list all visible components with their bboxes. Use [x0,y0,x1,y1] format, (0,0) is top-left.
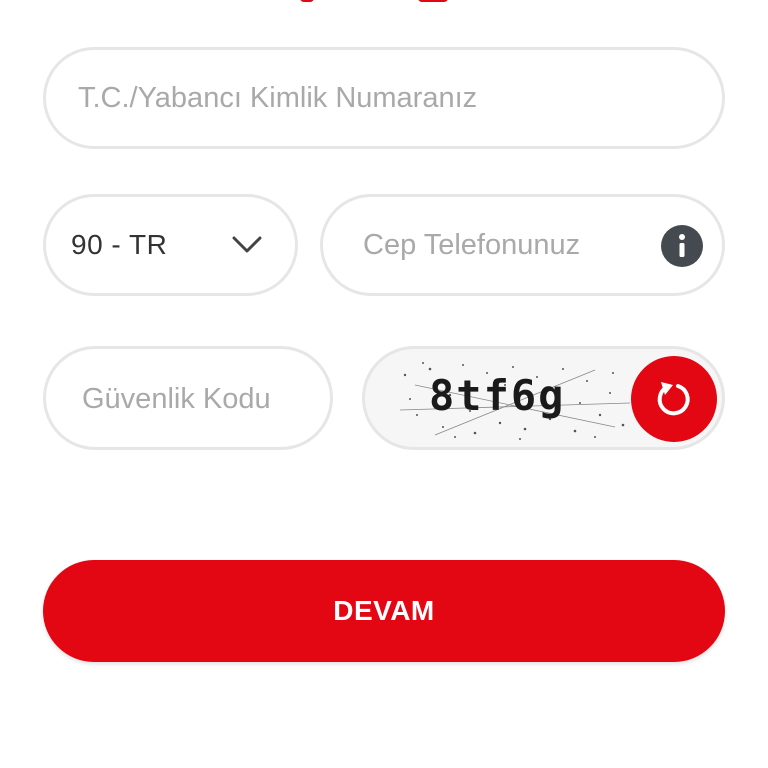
captcha-text: 8tf6g [429,371,566,420]
tc-id-field[interactable] [43,47,725,149]
refresh-captcha-button[interactable] [631,356,717,442]
info-icon[interactable] [661,225,703,267]
chevron-down-icon [232,236,262,253]
top-decoration [0,0,768,4]
country-code-value: 90 - TR [71,229,168,260]
captcha-box: 8tf6g [362,346,725,450]
login-page: 90 - TR [0,0,768,768]
tc-id-input[interactable] [78,78,678,118]
country-code-select[interactable]: 90 - TR [43,194,298,296]
phone-field[interactable] [320,194,725,296]
continue-button[interactable]: DEVAM [43,560,725,662]
security-code-input[interactable] [82,379,312,419]
phone-input[interactable] [363,225,653,265]
security-code-field[interactable] [43,346,333,450]
refresh-icon [657,382,690,416]
